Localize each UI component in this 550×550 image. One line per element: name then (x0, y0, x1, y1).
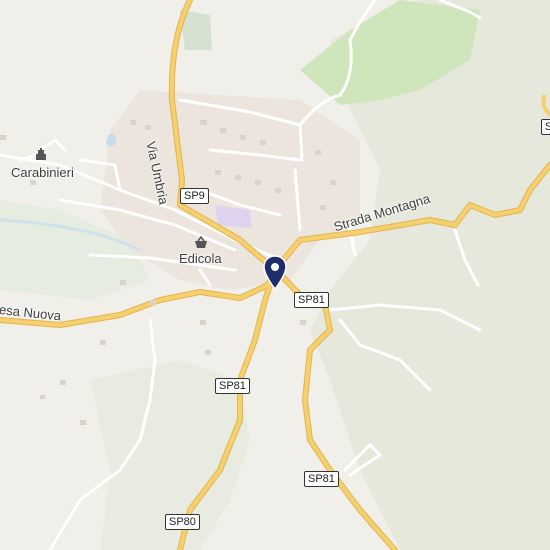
road-shield-sp9: SP9 (180, 188, 209, 204)
road-shield-sp81: SP81 (215, 378, 250, 394)
road-shield-sp80: SP80 (165, 514, 200, 530)
shopping-basket-icon[interactable] (194, 235, 208, 254)
road-shield-sp81: SP81 (294, 292, 329, 308)
road-shield-sp81: SP81 (304, 471, 339, 487)
location-pin-icon[interactable] (262, 255, 288, 291)
police-station-icon[interactable] (34, 148, 48, 167)
road-shield-edge: S (541, 119, 550, 135)
map-view[interactable]: Carabinieri Edicola Via Umbria Strada Mo… (0, 0, 550, 550)
carabinieri-label[interactable]: Carabinieri (11, 165, 74, 180)
